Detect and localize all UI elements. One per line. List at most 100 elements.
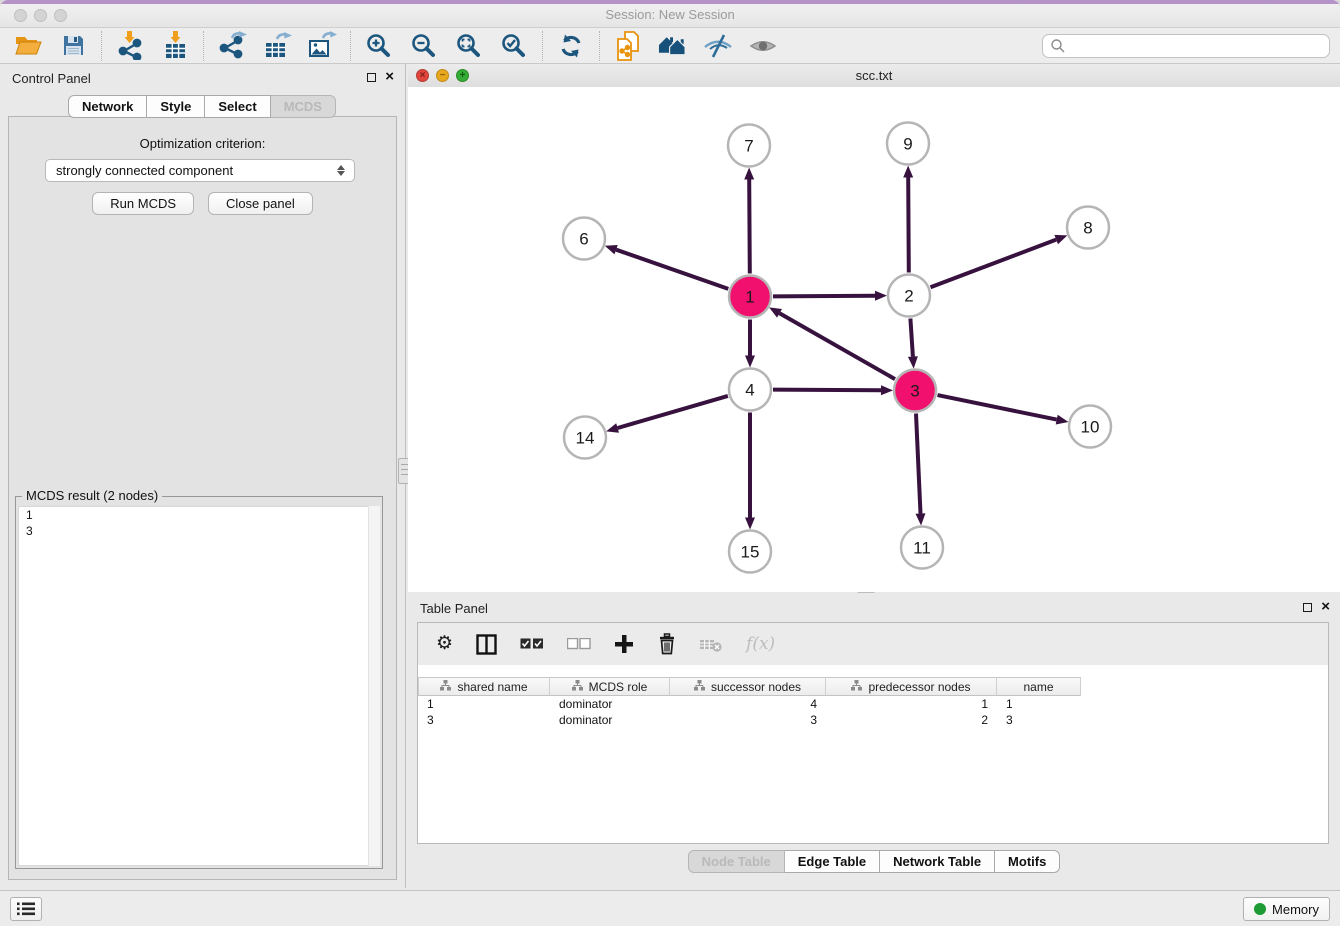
tab-network[interactable]: Network: [68, 95, 147, 118]
zoom-out-button[interactable]: [409, 31, 439, 61]
window-title: Session: New Session: [0, 7, 1340, 22]
network-graph[interactable]: 7968124314101511: [408, 87, 1340, 592]
import-network-button[interactable]: [115, 31, 145, 61]
table-row[interactable]: 3dominator323: [418, 712, 1328, 728]
network-view-title: scc.txt: [408, 68, 1340, 83]
tab-select[interactable]: Select: [205, 95, 270, 118]
node-label-2: 2: [904, 287, 913, 306]
export-table-button[interactable]: [262, 31, 292, 61]
edge-4-3[interactable]: [773, 390, 881, 391]
table-cell[interactable]: 1: [997, 696, 1081, 712]
column-header-name[interactable]: name: [997, 677, 1081, 696]
first-neighbors-button[interactable]: [658, 31, 688, 61]
table-cell[interactable]: dominator: [550, 696, 670, 712]
export-image-button[interactable]: [307, 31, 337, 61]
tab-motifs[interactable]: Motifs: [995, 850, 1060, 873]
close-panel-button[interactable]: Close panel: [208, 192, 313, 215]
tab-node-table[interactable]: Node Table: [688, 850, 785, 873]
table-toolbar: ⚙: [418, 623, 1328, 665]
table-cell[interactable]: 3: [997, 712, 1081, 728]
task-history-button[interactable]: [10, 897, 42, 921]
column-header-successor-nodes[interactable]: successor nodes: [670, 677, 826, 696]
tab-edge-table[interactable]: Edge Table: [785, 850, 880, 873]
select-all-columns-button[interactable]: [520, 631, 544, 657]
search-box[interactable]: [1042, 34, 1330, 58]
table-cell[interactable]: 1: [418, 696, 550, 712]
node-label-4: 4: [745, 381, 754, 400]
app-window: Session: New Session: [0, 0, 1340, 926]
edge-2-9[interactable]: [908, 178, 909, 273]
refresh-button[interactable]: [556, 31, 586, 61]
plus-icon: [614, 634, 634, 654]
edge-4-14[interactable]: [618, 396, 728, 428]
node-label-14: 14: [576, 429, 595, 448]
memory-button[interactable]: Memory: [1243, 897, 1330, 921]
export-network-button[interactable]: [217, 31, 247, 61]
table-cell[interactable]: 2: [826, 712, 997, 728]
mcds-result-scrollbar[interactable]: [368, 506, 380, 866]
close-table-panel-icon[interactable]: ×: [1321, 601, 1330, 613]
close-panel-icon[interactable]: ×: [385, 71, 394, 83]
unselect-all-columns-button[interactable]: [567, 631, 591, 657]
column-type-icon: [572, 680, 583, 694]
column-header-predecessor-nodes[interactable]: predecessor nodes: [826, 677, 997, 696]
delete-table-button[interactable]: [700, 631, 723, 657]
table-cell[interactable]: 4: [670, 696, 826, 712]
table-panel-title: Table Panel: [420, 601, 488, 616]
table-cell[interactable]: dominator: [550, 712, 670, 728]
edge-1-6[interactable]: [616, 250, 728, 289]
zoom-fit-button[interactable]: [454, 31, 484, 61]
search-input[interactable]: [1066, 36, 1329, 56]
eye-icon: [749, 33, 777, 59]
run-mcds-button[interactable]: Run MCDS: [92, 192, 194, 215]
optimization-criterion-dropdown[interactable]: strongly connected component: [45, 159, 355, 182]
float-table-panel-icon[interactable]: [1303, 603, 1312, 612]
tab-mcds[interactable]: MCDS: [271, 95, 336, 118]
table-cell[interactable]: 1: [826, 696, 997, 712]
edge-2-3[interactable]: [910, 319, 913, 357]
save-session-button[interactable]: [58, 31, 88, 61]
memory-status-icon: [1254, 903, 1266, 915]
column-header-label: successor nodes: [711, 680, 801, 694]
new-network-from-selection-button[interactable]: [613, 31, 643, 61]
zoom-selected-button[interactable]: [499, 31, 529, 61]
network-canvas[interactable]: 7968124314101511: [408, 87, 1340, 592]
function-builder-button[interactable]: f(x): [746, 631, 775, 657]
open-session-button[interactable]: [13, 31, 43, 61]
node-label-15: 15: [741, 543, 760, 562]
edge-3-1[interactable]: [780, 313, 896, 379]
column-header-MCDS-role[interactable]: MCDS role: [550, 677, 670, 696]
network-view-titlebar: × − + scc.txt: [408, 64, 1340, 88]
edge-2-8[interactable]: [931, 240, 1057, 288]
table-cell[interactable]: 3: [670, 712, 826, 728]
mcds-result-item[interactable]: 1: [19, 507, 379, 523]
tab-network-table[interactable]: Network Table: [880, 850, 995, 873]
houses-icon: [658, 33, 688, 59]
node-label-9: 9: [903, 135, 912, 154]
node-label-3: 3: [910, 382, 919, 401]
create-column-button[interactable]: [614, 631, 634, 657]
search-icon: [1050, 38, 1066, 54]
show-columns-button[interactable]: [476, 631, 497, 657]
column-header-shared-name[interactable]: shared name: [418, 677, 550, 696]
mcds-result-list[interactable]: 13: [18, 506, 380, 866]
memory-label: Memory: [1272, 902, 1319, 917]
edge-3-11[interactable]: [916, 414, 921, 514]
hide-selected-button[interactable]: [703, 31, 733, 61]
edge-1-2[interactable]: [773, 296, 875, 297]
delete-column-button[interactable]: [657, 631, 677, 657]
column-header-label: predecessor nodes: [868, 680, 970, 694]
table-cell[interactable]: 3: [418, 712, 550, 728]
tab-style[interactable]: Style: [147, 95, 205, 118]
import-table-button[interactable]: [160, 31, 190, 61]
optimization-criterion-label: Optimization criterion:: [9, 136, 396, 151]
float-panel-icon[interactable]: [367, 73, 376, 82]
zoom-in-button[interactable]: [364, 31, 394, 61]
edge-1-7[interactable]: [749, 180, 750, 274]
table-row[interactable]: 1dominator411: [418, 696, 1328, 712]
new-network-file-icon: [615, 31, 642, 61]
table-settings-button[interactable]: ⚙: [436, 631, 453, 657]
mcds-result-item[interactable]: 3: [19, 523, 379, 539]
edge-3-10[interactable]: [938, 395, 1057, 420]
show-all-button[interactable]: [748, 31, 778, 61]
